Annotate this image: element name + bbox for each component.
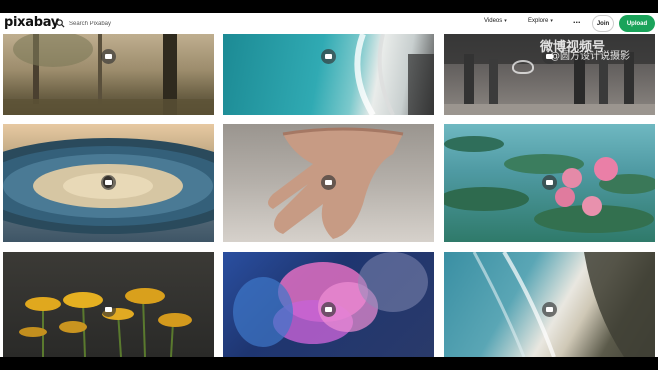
tile-vinyl-record[interactable] [3, 124, 214, 242]
search-bar[interactable] [56, 16, 466, 31]
media-type-dropdown[interactable]: Videos ▾ [484, 18, 507, 24]
tile-aerial-beach[interactable] [223, 34, 434, 115]
play-icon [542, 302, 557, 317]
play-icon [101, 302, 116, 317]
play-icon [101, 175, 116, 190]
join-button[interactable]: Join [592, 15, 614, 32]
top-navigation-bar: pixabay Videos ▾ Explore ▾ ... Join Uplo… [0, 13, 658, 34]
play-icon [321, 302, 336, 317]
play-icon [321, 49, 336, 64]
search-icon [56, 19, 65, 28]
explore-dropdown[interactable]: Explore ▾ [528, 18, 553, 24]
tile-pink-smoke[interactable] [223, 252, 434, 357]
play-icon [101, 49, 116, 64]
tile-coastline-aerial[interactable] [444, 252, 655, 357]
media-type-label: Videos [484, 18, 503, 24]
video-grid [0, 34, 658, 357]
pixabay-logo[interactable]: pixabay [4, 15, 59, 30]
tile-forest-sunlight[interactable] [3, 34, 214, 115]
forest-thumbnail [3, 34, 214, 115]
tile-hand-sand[interactable] [223, 124, 434, 242]
more-options-button[interactable]: ... [573, 16, 581, 25]
chevron-down-icon: ▾ [550, 18, 553, 24]
explore-label: Explore [528, 18, 549, 24]
play-icon [542, 175, 557, 190]
watermark-line-2: @圆方设计说摄影 [550, 51, 630, 62]
tile-water-lilies[interactable] [444, 124, 655, 242]
weibo-watermark-icon [512, 60, 534, 74]
play-icon [321, 175, 336, 190]
upload-button[interactable]: Upload [619, 15, 655, 32]
chevron-down-icon: ▾ [504, 18, 507, 24]
search-input[interactable] [69, 20, 449, 27]
beach-thumbnail [354, 34, 434, 115]
tile-yellow-flowers[interactable] [3, 252, 214, 357]
